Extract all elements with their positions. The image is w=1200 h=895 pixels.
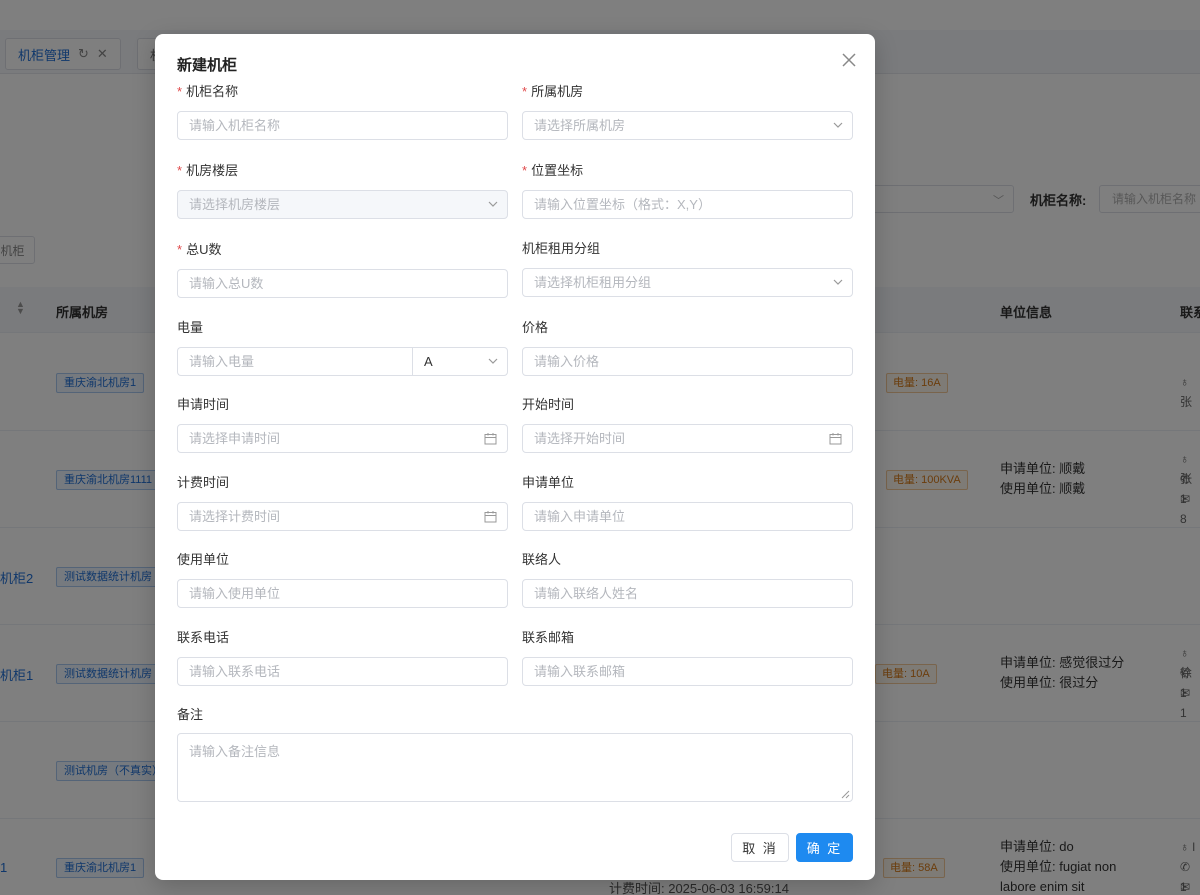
required-mark: * [177, 163, 183, 178]
billing-time-label: 计费时间 [177, 475, 230, 490]
confirm-button[interactable]: 确 定 [796, 833, 853, 862]
total-u-label: 总U数 [186, 242, 222, 257]
field-billing-time: 计费时间 请选择计费时间 [177, 474, 508, 531]
remark-placeholder: 请输入备注信息 [189, 744, 281, 759]
field-use-unit: 使用单位 请输入使用单位 [177, 551, 508, 608]
apply-unit-input[interactable]: 请输入申请单位 [522, 502, 853, 531]
remark-textarea[interactable]: 请输入备注信息 [177, 733, 853, 802]
power-unit-select[interactable]: A [412, 347, 508, 376]
rental-group-select[interactable]: 请选择机柜租用分组 [522, 268, 853, 297]
chevron-down-icon [833, 279, 843, 285]
floor-select[interactable]: 请选择机房楼层 [177, 190, 508, 219]
field-contact-person: 联络人 请输入联络人姓名 [522, 551, 853, 608]
rental-group-placeholder: 请选择机柜租用分组 [534, 275, 652, 290]
field-rental-group: 机柜租用分组 请选择机柜租用分组 [522, 240, 853, 297]
field-remark: 备注 请输入备注信息 [177, 706, 853, 802]
power-unit-value: A [424, 354, 433, 369]
chevron-down-icon [488, 358, 498, 364]
chevron-down-icon [833, 122, 843, 128]
room-select-placeholder: 请选择所属机房 [534, 118, 626, 133]
remark-label: 备注 [177, 707, 204, 722]
total-u-input[interactable]: 请输入总U数 [177, 269, 508, 298]
start-time-placeholder: 请选择开始时间 [534, 431, 626, 446]
room-label: 所属机房 [531, 84, 584, 99]
phone-input[interactable]: 请输入联系电话 [177, 657, 508, 686]
chevron-down-icon [488, 201, 498, 207]
use-unit-input[interactable]: 请输入使用单位 [177, 579, 508, 608]
position-label: 位置坐标 [531, 163, 584, 178]
field-floor: * 机房楼层 请选择机房楼层 [177, 162, 508, 219]
field-email: 联系邮箱 请输入联系邮箱 [522, 629, 853, 686]
calendar-icon [484, 433, 497, 445]
field-apply-unit: 申请单位 请输入申请单位 [522, 474, 853, 531]
close-icon[interactable] [839, 50, 859, 70]
required-mark: * [177, 242, 183, 257]
contact-person-label: 联络人 [522, 552, 562, 567]
cabinet-name-input[interactable]: 请输入机柜名称 [177, 111, 508, 140]
email-input[interactable]: 请输入联系邮箱 [522, 657, 853, 686]
field-room: * 所属机房 请选择所属机房 [522, 83, 853, 140]
floor-select-placeholder: 请选择机房楼层 [189, 197, 281, 212]
billing-time-placeholder: 请选择计费时间 [189, 509, 281, 524]
use-unit-label: 使用单位 [177, 552, 230, 567]
field-start-time: 开始时间 请选择开始时间 [522, 396, 853, 453]
apply-unit-label: 申请单位 [522, 475, 575, 490]
dialog-title: 新建机柜 [177, 57, 238, 74]
field-position: * 位置坐标 请输入位置坐标（格式：X,Y） [522, 162, 853, 219]
power-input[interactable]: 请输入电量 [177, 347, 413, 376]
floor-label: 机房楼层 [186, 163, 239, 178]
apply-time-label: 申请时间 [177, 397, 230, 412]
calendar-icon [829, 433, 842, 445]
start-time-picker[interactable]: 请选择开始时间 [522, 424, 853, 453]
resize-grip-icon[interactable] [841, 790, 850, 799]
required-mark: * [522, 84, 528, 99]
calendar-icon [484, 511, 497, 523]
contact-person-input[interactable]: 请输入联络人姓名 [522, 579, 853, 608]
start-time-label: 开始时间 [522, 397, 575, 412]
phone-label: 联系电话 [177, 630, 230, 645]
required-mark: * [177, 84, 183, 99]
billing-time-picker[interactable]: 请选择计费时间 [177, 502, 508, 531]
apply-time-picker[interactable]: 请选择申请时间 [177, 424, 508, 453]
new-cabinet-dialog: 新建机柜 * 机柜名称 请输入机柜名称 * 所属机房 请选择所属机房 * 机房楼层 请… [155, 34, 875, 880]
field-apply-time: 申请时间 请选择申请时间 [177, 396, 508, 453]
email-label: 联系邮箱 [522, 630, 575, 645]
cancel-button[interactable]: 取 消 [731, 833, 789, 862]
field-total-u: * 总U数 请输入总U数 [177, 241, 508, 298]
power-label: 电量 [177, 320, 204, 335]
field-power: 电量 请输入电量 A [177, 319, 508, 376]
rental-group-label: 机柜租用分组 [522, 241, 601, 256]
price-label: 价格 [522, 320, 549, 335]
position-input[interactable]: 请输入位置坐标（格式：X,Y） [522, 190, 853, 219]
required-mark: * [522, 163, 528, 178]
apply-time-placeholder: 请选择申请时间 [189, 431, 281, 446]
field-cabinet-name: * 机柜名称 请输入机柜名称 [177, 83, 508, 140]
room-select[interactable]: 请选择所属机房 [522, 111, 853, 140]
field-price: 价格 请输入价格 [522, 319, 853, 376]
field-phone: 联系电话 请输入联系电话 [177, 629, 508, 686]
price-input[interactable]: 请输入价格 [522, 347, 853, 376]
cabinet-name-label: 机柜名称 [186, 84, 239, 99]
